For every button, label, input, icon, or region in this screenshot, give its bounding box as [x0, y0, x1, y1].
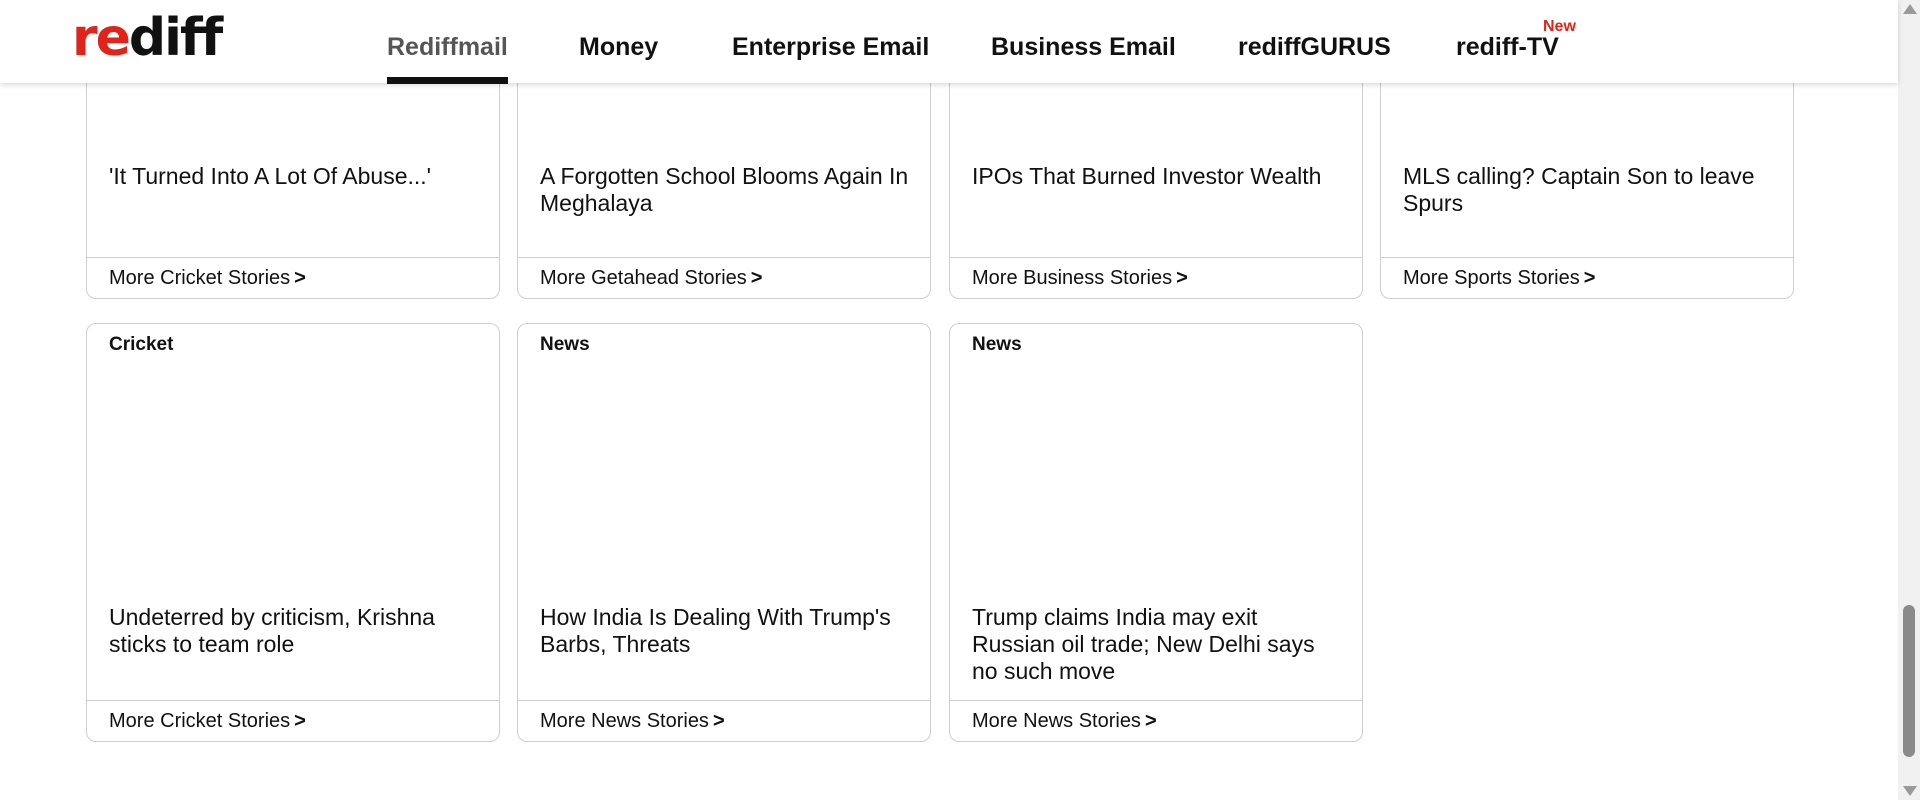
logo-part-red: re	[72, 8, 131, 68]
rediff-logo[interactable]: rediff	[72, 12, 223, 64]
chevron-right-icon: >	[1176, 267, 1188, 289]
nav-business-email[interactable]: Business Email	[991, 0, 1176, 83]
chevron-right-icon: >	[750, 267, 763, 289]
more-stories-label: More Cricket Stories	[109, 267, 291, 289]
chevron-right-icon: >	[1583, 267, 1596, 289]
more-stories-link[interactable]: More Cricket Stories >	[87, 700, 499, 741]
news-card: News How India Is Dealing With Trump's B…	[517, 323, 931, 742]
more-stories-link[interactable]: More News Stories >	[950, 700, 1362, 741]
nav-money[interactable]: Money	[579, 0, 658, 83]
more-stories-label: More Cricket Stories	[109, 710, 291, 732]
card-headline[interactable]: Trump claims India may exit Russian oil …	[972, 604, 1344, 685]
card-headline[interactable]: IPOs That Burned Investor Wealth	[972, 163, 1344, 190]
more-stories-link[interactable]: More Sports Stories >	[1381, 257, 1793, 298]
chevron-right-icon: >	[712, 710, 725, 732]
more-stories-label: More News Stories	[972, 710, 1141, 732]
top-header: rediff Rediffmail Money Enterprise Email…	[0, 0, 1898, 84]
scroll-up-arrow-icon[interactable]	[1903, 4, 1917, 14]
more-stories-link[interactable]: More News Stories >	[518, 700, 930, 741]
news-card: Cricket Undeterred by criticism, Krishna…	[86, 323, 500, 742]
more-stories-label: More News Stories	[540, 710, 709, 732]
scroll-down-arrow-icon[interactable]	[1903, 786, 1917, 796]
nav-enterprise-email[interactable]: Enterprise Email	[732, 0, 929, 83]
more-stories-link[interactable]: More Cricket Stories >	[87, 257, 499, 298]
new-badge: New	[1543, 18, 1576, 35]
card-headline[interactable]: How India Is Dealing With Trump's Barbs,…	[540, 604, 912, 658]
card-headline[interactable]: A Forgotten School Blooms Again In Megha…	[540, 163, 912, 217]
card-headline[interactable]: MLS calling? Captain Son to leave Spurs	[1403, 163, 1775, 217]
nav-rediffgurus[interactable]: rediffGURUS	[1238, 0, 1391, 83]
chevron-right-icon: >	[294, 267, 306, 289]
scrollbar-thumb[interactable]	[1903, 605, 1915, 757]
more-stories-link[interactable]: More Business Stories >	[950, 257, 1362, 298]
more-stories-link[interactable]: More Getahead Stories >	[518, 257, 930, 298]
chevron-right-icon: >	[294, 710, 306, 732]
news-card: News Trump claims India may exit Russian…	[949, 323, 1363, 742]
card-category: News	[540, 334, 590, 355]
more-stories-label: More Sports Stories	[1403, 267, 1580, 289]
more-stories-label: More Getahead Stories	[540, 267, 747, 289]
vertical-scrollbar[interactable]	[1898, 0, 1920, 800]
chevron-right-icon: >	[1144, 710, 1157, 732]
nav-rediff-tv[interactable]: rediff-TV	[1456, 0, 1559, 83]
card-headline[interactable]: Undeterred by criticism, Krishna sticks …	[109, 604, 481, 658]
card-category: Cricket	[109, 334, 174, 355]
card-headline[interactable]: 'It Turned Into A Lot Of Abuse...'	[109, 163, 481, 190]
logo-part-dark: diff	[128, 8, 223, 68]
nav-rediffmail[interactable]: Rediffmail	[387, 0, 508, 84]
card-category: News	[972, 334, 1022, 355]
more-stories-label: More Business Stories	[972, 267, 1173, 289]
